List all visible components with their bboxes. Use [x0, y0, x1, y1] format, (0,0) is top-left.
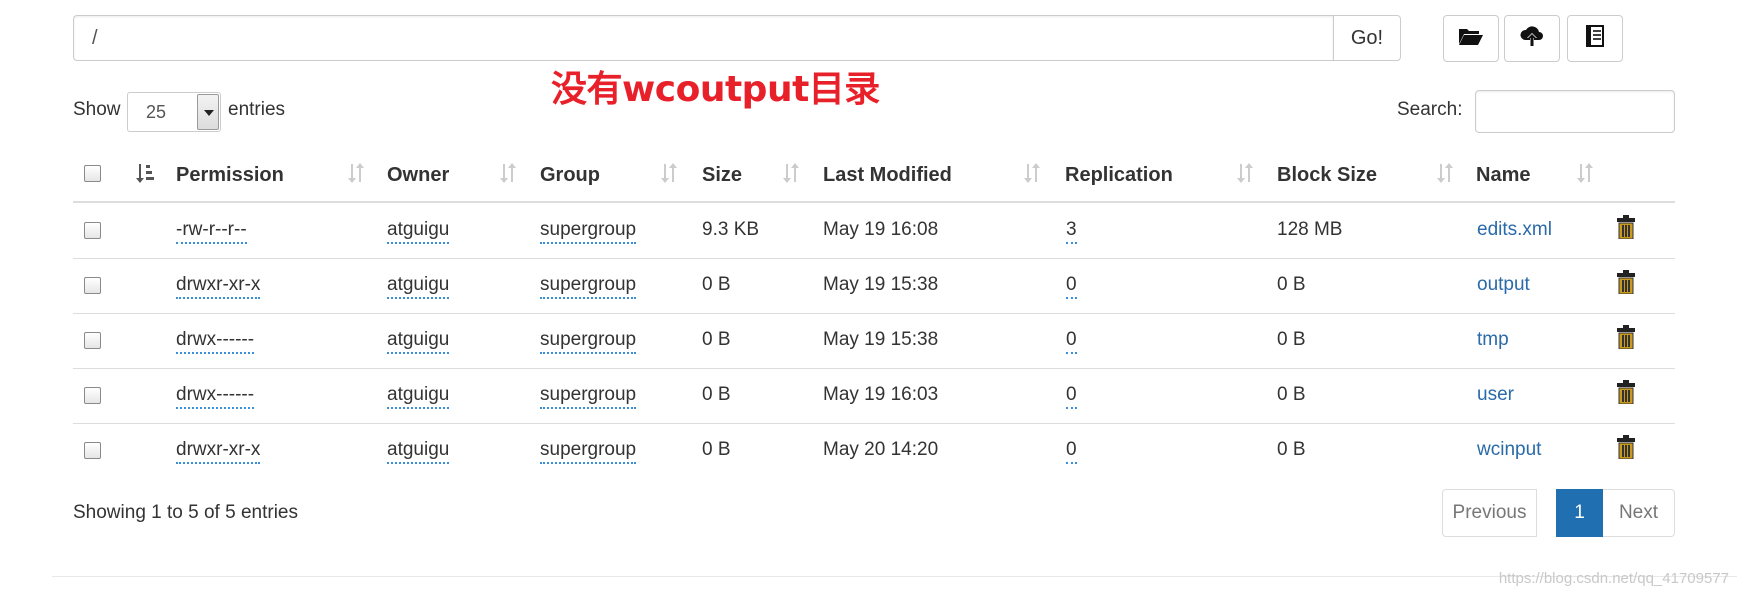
cell-permission[interactable]: drwxr-xr-x — [176, 274, 261, 299]
cell-permission[interactable]: drwxr-xr-x — [176, 439, 261, 464]
sort-both-icon[interactable] — [1022, 162, 1042, 189]
cell-replication[interactable]: 3 — [1066, 219, 1077, 244]
cell-permission[interactable]: -rw-r--r-- — [176, 219, 247, 244]
trash-icon[interactable] — [1617, 215, 1635, 244]
sort-both-icon[interactable] — [781, 162, 801, 189]
trash-icon[interactable] — [1617, 435, 1635, 464]
book-icon — [1584, 25, 1606, 52]
upload-button[interactable] — [1504, 15, 1560, 62]
sort-both-icon[interactable] — [498, 162, 518, 189]
folder-open-icon — [1458, 25, 1484, 52]
cell-block-size: 0 B — [1277, 329, 1306, 350]
cell-group[interactable]: supergroup — [540, 329, 637, 354]
row-checkbox[interactable] — [84, 332, 101, 349]
search-label: Search: — [1397, 99, 1463, 120]
column-header-name[interactable]: Name — [1476, 164, 1530, 187]
cell-name-link[interactable]: wcinput — [1477, 439, 1541, 461]
cell-name-link[interactable]: output — [1477, 274, 1530, 296]
column-header-owner[interactable]: Owner — [387, 164, 449, 187]
row-checkbox[interactable] — [84, 387, 101, 404]
search-input[interactable] — [1475, 90, 1675, 133]
path-input[interactable] — [73, 15, 1333, 61]
cell-block-size: 128 MB — [1277, 219, 1343, 240]
cell-last-modified: May 19 16:03 — [823, 384, 939, 405]
cell-group[interactable]: supergroup — [540, 439, 637, 464]
cell-owner[interactable]: atguigu — [387, 219, 450, 244]
cell-group[interactable]: supergroup — [540, 219, 637, 244]
cell-owner[interactable]: atguigu — [387, 329, 450, 354]
cut-paste-button[interactable] — [1567, 15, 1623, 62]
pagination-page-1[interactable]: 1 — [1556, 489, 1603, 537]
cell-group[interactable]: supergroup — [540, 274, 637, 299]
row-divider — [73, 258, 1675, 259]
cell-size: 0 B — [702, 329, 731, 350]
sort-both-icon[interactable] — [346, 162, 366, 189]
annotation-text: 没有wcoutput目录 — [551, 69, 880, 110]
cell-replication[interactable]: 0 — [1066, 384, 1077, 409]
entries-label: entries — [228, 99, 286, 120]
column-header-last-modified[interactable]: Last Modified — [823, 164, 952, 187]
cell-permission[interactable]: drwx------ — [176, 384, 255, 409]
cell-last-modified: May 19 15:38 — [823, 329, 939, 350]
row-checkbox[interactable] — [84, 442, 101, 459]
column-header-group[interactable]: Group — [540, 164, 600, 187]
column-header-permission[interactable]: Permission — [176, 164, 284, 187]
sort-both-icon[interactable] — [1235, 162, 1255, 189]
cell-size: 0 B — [702, 274, 731, 295]
cell-owner[interactable]: atguigu — [387, 439, 450, 464]
sort-both-icon[interactable] — [1575, 162, 1595, 189]
cell-permission[interactable]: drwx------ — [176, 329, 255, 354]
row-checkbox[interactable] — [84, 277, 101, 294]
cell-name-link[interactable]: user — [1477, 384, 1514, 406]
column-header-block-size[interactable]: Block Size — [1277, 164, 1377, 187]
table-info: Showing 1 to 5 of 5 entries — [73, 502, 298, 523]
column-header-replication[interactable]: Replication — [1065, 164, 1173, 187]
sort-asc-icon[interactable] — [134, 162, 156, 189]
sort-both-icon[interactable] — [659, 162, 679, 189]
cell-size: 0 B — [702, 384, 731, 405]
sort-both-icon[interactable] — [1435, 162, 1455, 189]
cell-last-modified: May 19 16:08 — [823, 219, 939, 240]
cell-name-link[interactable]: tmp — [1477, 329, 1509, 351]
row-divider — [73, 313, 1675, 314]
cell-last-modified: May 19 15:38 — [823, 274, 939, 295]
cell-replication[interactable]: 0 — [1066, 329, 1077, 354]
header-divider — [73, 201, 1675, 203]
cell-last-modified: May 20 14:20 — [823, 439, 939, 460]
row-divider — [73, 423, 1675, 424]
cell-block-size: 0 B — [1277, 384, 1306, 405]
pagination-previous[interactable]: Previous — [1442, 489, 1537, 537]
select-all-checkbox[interactable] — [84, 165, 101, 182]
cell-name-link[interactable]: edits.xml — [1477, 219, 1552, 241]
cell-owner[interactable]: atguigu — [387, 384, 450, 409]
cell-replication[interactable]: 0 — [1066, 274, 1077, 299]
cell-block-size: 0 B — [1277, 439, 1306, 460]
cloud-upload-icon — [1519, 24, 1545, 53]
go-button[interactable]: Go! — [1333, 15, 1401, 61]
cell-replication[interactable]: 0 — [1066, 439, 1077, 464]
create-directory-button[interactable] — [1443, 15, 1499, 62]
column-header-size[interactable]: Size — [702, 164, 742, 187]
pagination-next[interactable]: Next — [1603, 489, 1675, 537]
show-label: Show — [73, 99, 121, 120]
entries-length-value: 25 — [146, 102, 167, 122]
row-checkbox[interactable] — [84, 222, 101, 239]
cell-size: 9.3 KB — [702, 219, 760, 240]
trash-icon[interactable] — [1617, 325, 1635, 354]
chevron-down-icon — [197, 94, 219, 130]
cell-block-size: 0 B — [1277, 274, 1306, 295]
cell-owner[interactable]: atguigu — [387, 274, 450, 299]
footer-divider — [52, 576, 1737, 577]
row-divider — [73, 368, 1675, 369]
trash-icon[interactable] — [1617, 380, 1635, 409]
cell-size: 0 B — [702, 439, 731, 460]
entries-length-select[interactable]: 25 — [127, 92, 221, 132]
trash-icon[interactable] — [1617, 270, 1635, 299]
cell-group[interactable]: supergroup — [540, 384, 637, 409]
watermark: https://blog.csdn.net/qq_41709577 — [1498, 570, 1729, 587]
